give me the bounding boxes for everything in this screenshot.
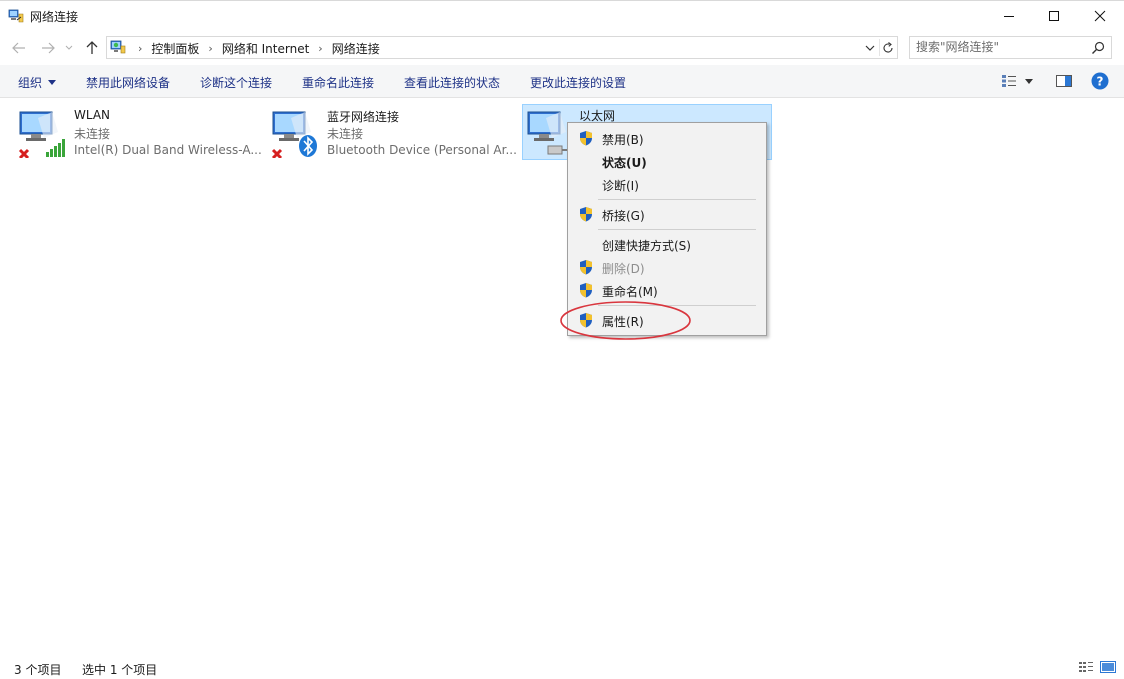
- minimize-button[interactable]: [986, 1, 1032, 31]
- search-input[interactable]: [916, 40, 1086, 54]
- window-title: 网络连接: [30, 10, 79, 24]
- close-button[interactable]: [1077, 1, 1123, 31]
- breadcrumb-network-internet[interactable]: 网络和 Internet: [222, 40, 309, 57]
- menu-separator: [598, 305, 756, 306]
- menu-item-label: 桥接(G): [602, 209, 645, 223]
- uac-shield-icon: [580, 207, 592, 222]
- help-button[interactable]: ?: [1090, 72, 1110, 90]
- menu-item-label: 删除(D): [602, 262, 645, 276]
- connection-bluetooth[interactable]: 蓝牙网络连接 未连接 Bluetooth Device (Personal Ar…: [257, 104, 517, 160]
- breadcrumb-separator[interactable]: ›: [138, 42, 142, 55]
- help-icon: ?: [1091, 72, 1109, 90]
- search-box[interactable]: [909, 36, 1112, 59]
- address-row: › 控制面板 › 网络和 Internet › 网络连接: [0, 32, 1124, 64]
- breadcrumb-control-panel[interactable]: 控制面板: [151, 40, 199, 57]
- menu-item-properties[interactable]: 属性(R): [568, 309, 766, 331]
- connection-device: Bluetooth Device (Personal Ar...: [327, 143, 517, 157]
- view-status-button[interactable]: 查看此连接的状态: [404, 74, 500, 91]
- maximize-button[interactable]: [1031, 1, 1077, 31]
- item-count: 3 个项目: [14, 663, 62, 677]
- uac-shield-icon: [580, 260, 592, 275]
- breadcrumb-separator[interactable]: ›: [208, 42, 212, 55]
- back-button[interactable]: [9, 38, 29, 58]
- organize-menu-button[interactable]: 组织: [18, 74, 57, 91]
- details-view-icon[interactable]: [1078, 660, 1094, 674]
- rename-connection-button[interactable]: 重命名此连接: [302, 74, 374, 91]
- preview-pane-icon: [1056, 75, 1072, 87]
- menu-item-create-shortcut[interactable]: 创建快捷方式(S): [568, 233, 766, 255]
- menu-item-disable[interactable]: 禁用(B): [568, 127, 766, 149]
- menu-item-bridge[interactable]: 桥接(G): [568, 203, 766, 225]
- menu-separator: [598, 199, 756, 200]
- change-settings-button[interactable]: 更改此连接的设置: [530, 74, 626, 91]
- chevron-down-icon: [65, 45, 73, 50]
- status-bar: 3 个项目 选中 1 个项目: [0, 656, 1124, 679]
- connection-device: Intel(R) Dual Band Wireless-A...: [74, 143, 262, 157]
- chevron-down-icon: [865, 45, 875, 51]
- menu-item-label: 创建快捷方式(S): [602, 239, 691, 253]
- refresh-button[interactable]: [879, 39, 895, 56]
- address-bar[interactable]: › 控制面板 › 网络和 Internet › 网络连接: [106, 36, 898, 59]
- breadcrumb: › 控制面板 › 网络和 Internet › 网络连接: [129, 40, 380, 57]
- view-options-dropdown[interactable]: [1021, 72, 1037, 90]
- menu-item-status[interactable]: 状态(U): [568, 150, 766, 172]
- menu-item-label: 重命名(M): [602, 285, 658, 299]
- large-icons-view-icon[interactable]: [1100, 660, 1116, 674]
- menu-item-label: 属性(R): [602, 315, 644, 329]
- wireless-adapter-icon: [18, 111, 65, 158]
- menu-item-delete: 删除(D): [568, 256, 766, 278]
- menu-item-diagnose[interactable]: 诊断(I): [568, 173, 766, 195]
- connection-name: WLAN: [74, 108, 111, 122]
- close-icon: [1094, 10, 1106, 22]
- search-icon[interactable]: [1091, 41, 1105, 55]
- caret-down-icon: [1025, 78, 1033, 84]
- recent-locations-button[interactable]: [62, 38, 76, 58]
- arrow-right-icon: [42, 42, 55, 54]
- change-view-button[interactable]: [999, 72, 1019, 90]
- caret-down-icon: [48, 80, 57, 85]
- menu-separator: [598, 229, 756, 230]
- refresh-icon: [882, 41, 893, 53]
- uac-shield-icon: [580, 313, 592, 328]
- bluetooth-adapter-icon: [271, 111, 317, 158]
- connection-status: 未连接: [74, 127, 111, 141]
- menu-item-rename[interactable]: 重命名(M): [568, 279, 766, 301]
- breadcrumb-network-connections[interactable]: 网络连接: [332, 40, 380, 57]
- menu-item-label: 禁用(B): [602, 133, 644, 147]
- connection-wlan[interactable]: WLAN 未连接 Intel(R) Dual Band Wireless-A..…: [4, 104, 262, 160]
- view-details-icon: [1002, 75, 1016, 87]
- preview-pane-button[interactable]: [1054, 72, 1074, 90]
- arrow-up-icon: [86, 41, 98, 54]
- up-button[interactable]: [82, 38, 102, 58]
- address-dropdown-button[interactable]: [863, 40, 877, 56]
- network-connections-icon: [8, 9, 24, 23]
- title-bar: 网络连接: [0, 0, 1124, 31]
- connection-status: 未连接: [327, 127, 364, 141]
- svg-text:?: ?: [1097, 75, 1104, 89]
- context-menu: 禁用(B) 状态(U) 诊断(I) 桥接(G) 创建快捷方式(S) 删除(D) …: [567, 122, 767, 336]
- menu-item-label: 诊断(I): [602, 179, 639, 193]
- minimize-icon: [1004, 16, 1014, 17]
- maximize-icon: [1049, 11, 1059, 21]
- control-panel-network-icon: [110, 40, 126, 54]
- uac-shield-icon: [580, 283, 592, 298]
- command-bar: 组织 禁用此网络设备 诊断这个连接 重命名此连接 查看此连接的状态 更改此连接的…: [0, 65, 1124, 98]
- selected-count: 选中 1 个项目: [82, 663, 158, 677]
- arrow-left-icon: [12, 42, 25, 54]
- disable-device-button[interactable]: 禁用此网络设备: [86, 74, 170, 91]
- connections-list: WLAN 未连接 Intel(R) Dual Band Wireless-A..…: [0, 98, 1124, 654]
- connection-name: 蓝牙网络连接: [327, 110, 400, 124]
- menu-item-label: 状态(U): [602, 156, 647, 170]
- uac-shield-icon: [580, 131, 592, 146]
- breadcrumb-separator[interactable]: ›: [318, 42, 322, 55]
- diagnose-connection-button[interactable]: 诊断这个连接: [200, 74, 272, 91]
- organize-label: 组织: [18, 76, 43, 90]
- forward-button[interactable]: [38, 38, 58, 58]
